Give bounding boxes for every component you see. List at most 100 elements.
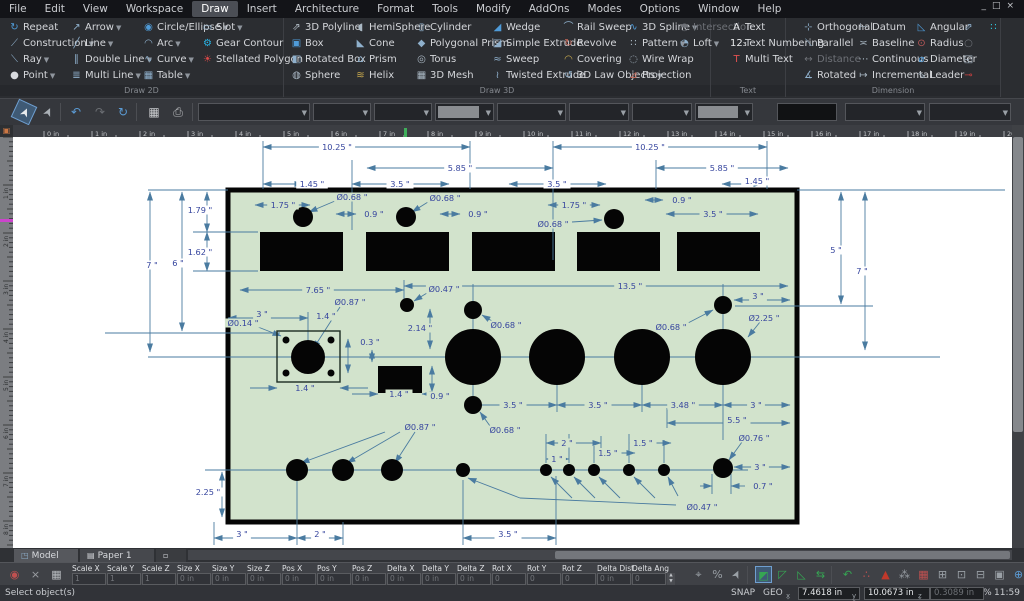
spinner[interactable]: ▲▼ [667,573,675,585]
pen-combo[interactable]: ▼ [313,103,371,121]
menu-workspace[interactable]: Workspace [117,1,192,17]
slot-cutout[interactable] [577,232,660,271]
field-input[interactable]: 1 [142,573,176,585]
snap-points-icon[interactable]: ∴ [858,566,875,583]
color-combo[interactable]: ▼ [435,103,494,121]
hole[interactable] [658,464,670,476]
print-button[interactable]: ⎙ [168,102,188,122]
field-input[interactable]: 0 [527,573,561,585]
copy-grid-icon[interactable]: ▣ [991,566,1008,583]
snap-toggle[interactable]: SNAP [731,585,755,601]
hatch-combo[interactable]: ▼ [632,103,692,121]
grid-plus-icon[interactable]: ⊞ [934,566,951,583]
field-input[interactable]: 0 in [597,573,631,585]
menu-architecture[interactable]: Architecture [286,1,368,17]
zoom-percent-icon[interactable]: % [709,566,726,583]
undo-button[interactable]: ↶ [66,102,86,122]
hole[interactable] [293,207,313,227]
select-open-icon[interactable]: ◸ [774,566,791,583]
nodes-icon[interactable]: ⁂ [896,566,913,583]
menu-help[interactable]: Help [749,1,791,17]
quick-dimension-icon[interactable]: ⇗ [960,20,979,36]
selection-info-icon[interactable]: ▦ [48,566,65,583]
field-input[interactable]: 0 in [247,573,281,585]
fill-combo[interactable]: ▼ [695,103,753,121]
field-input[interactable]: 0 in [177,573,211,585]
node-edit-tool[interactable]: ➤ [35,99,62,126]
menu-draw[interactable]: Draw [192,1,237,17]
vertical-scrollbar[interactable] [1012,125,1024,548]
menu-insert[interactable]: Insert [238,1,286,17]
coord-x[interactable]: 7.4618 in [798,587,860,600]
selector-stamp-icon[interactable]: ◉ [6,566,23,583]
hole[interactable] [529,329,585,385]
ruler-origin-button[interactable]: ▣ [0,125,13,137]
tab-new[interactable]: ▫ [156,549,186,562]
linestyle-combo[interactable]: ▼ [497,103,566,121]
hole[interactable] [540,464,552,476]
tab-paper-1[interactable]: ▤Paper 1 [80,549,154,562]
hole[interactable] [695,329,751,385]
menu-tools[interactable]: Tools [423,1,467,17]
hole[interactable] [588,464,600,476]
hole[interactable] [400,298,414,312]
hole[interactable] [456,463,470,477]
hole[interactable] [381,459,403,481]
vertical-scroll-thumb[interactable] [1013,137,1023,432]
menu-options[interactable]: Options [631,1,690,17]
slot-cutout[interactable] [366,232,449,271]
smart-dimension-icon[interactable]: ∷ [985,20,1004,36]
grid-dot-icon[interactable]: ⊡ [953,566,970,583]
slot-cutout[interactable] [677,232,760,271]
menu-modify[interactable]: Modify [467,1,520,17]
hole[interactable] [713,458,733,478]
table-button[interactable]: ▦ [144,102,164,122]
field-input[interactable]: 0 in [317,573,351,585]
slot-cutout[interactable] [472,232,555,271]
ribbon-table[interactable]: ▦Table▼ [140,68,230,84]
material-swatch[interactable] [777,103,837,121]
menu-view[interactable]: View [74,1,117,17]
pan-icon[interactable]: ⌖ [690,566,707,583]
horizontal-scroll-thumb[interactable] [555,551,1010,559]
slot-cutout[interactable] [260,232,343,271]
menu-modes[interactable]: Modes [579,1,631,17]
redo-button[interactable]: ↷ [90,102,110,122]
drawing-canvas[interactable]: 10.25 "10.25 "5.85 "5.85 "1.45 "3.5 "3.5… [13,137,1012,548]
select-crossing-icon[interactable]: ◺ [793,566,810,583]
hole[interactable] [445,329,501,385]
select-tool[interactable]: ➤ [11,99,38,126]
undo-selection-icon[interactable]: ↶ [839,566,856,583]
style-combo[interactable]: ▼ [198,103,310,121]
weight-combo[interactable]: ▼ [569,103,629,121]
horizontal-scrollbar[interactable] [188,550,1012,560]
field-input[interactable]: 0 in [422,573,456,585]
constraint-icon[interactable]: ○ [960,36,979,52]
pilot-hole[interactable] [283,337,290,344]
alert-icon[interactable]: ▲ [877,566,894,583]
grid-red-icon[interactable]: ▦ [915,566,932,583]
select-mode-icon[interactable]: ◩ [755,566,772,583]
hole[interactable] [563,464,575,476]
view-combo[interactable]: ▼ [929,103,1011,121]
pilot-hole[interactable] [283,370,290,377]
select-fence-icon[interactable]: ⇆ [812,566,829,583]
layer-combo[interactable]: ▼ [374,103,432,121]
repeat-button[interactable]: ↻ [113,102,133,122]
field-input[interactable]: 0 [632,573,666,585]
workplane-combo[interactable]: ▼ [845,103,925,121]
hole[interactable] [614,329,670,385]
field-input[interactable]: 0 in [212,573,246,585]
menu-format[interactable]: Format [368,1,423,17]
hole[interactable] [604,209,624,229]
hole[interactable] [396,207,416,227]
field-input[interactable]: 0 in [457,573,491,585]
coord-z[interactable]: 0.3089 in [930,587,984,600]
menu-file[interactable]: File [0,1,36,17]
pilot-hole[interactable] [328,370,335,377]
center-hole[interactable] [291,340,325,374]
deselect-icon[interactable]: × [27,566,44,583]
hole[interactable] [332,459,354,481]
hole[interactable] [286,459,308,481]
tolerance-icon[interactable]: ◱ [960,52,979,68]
